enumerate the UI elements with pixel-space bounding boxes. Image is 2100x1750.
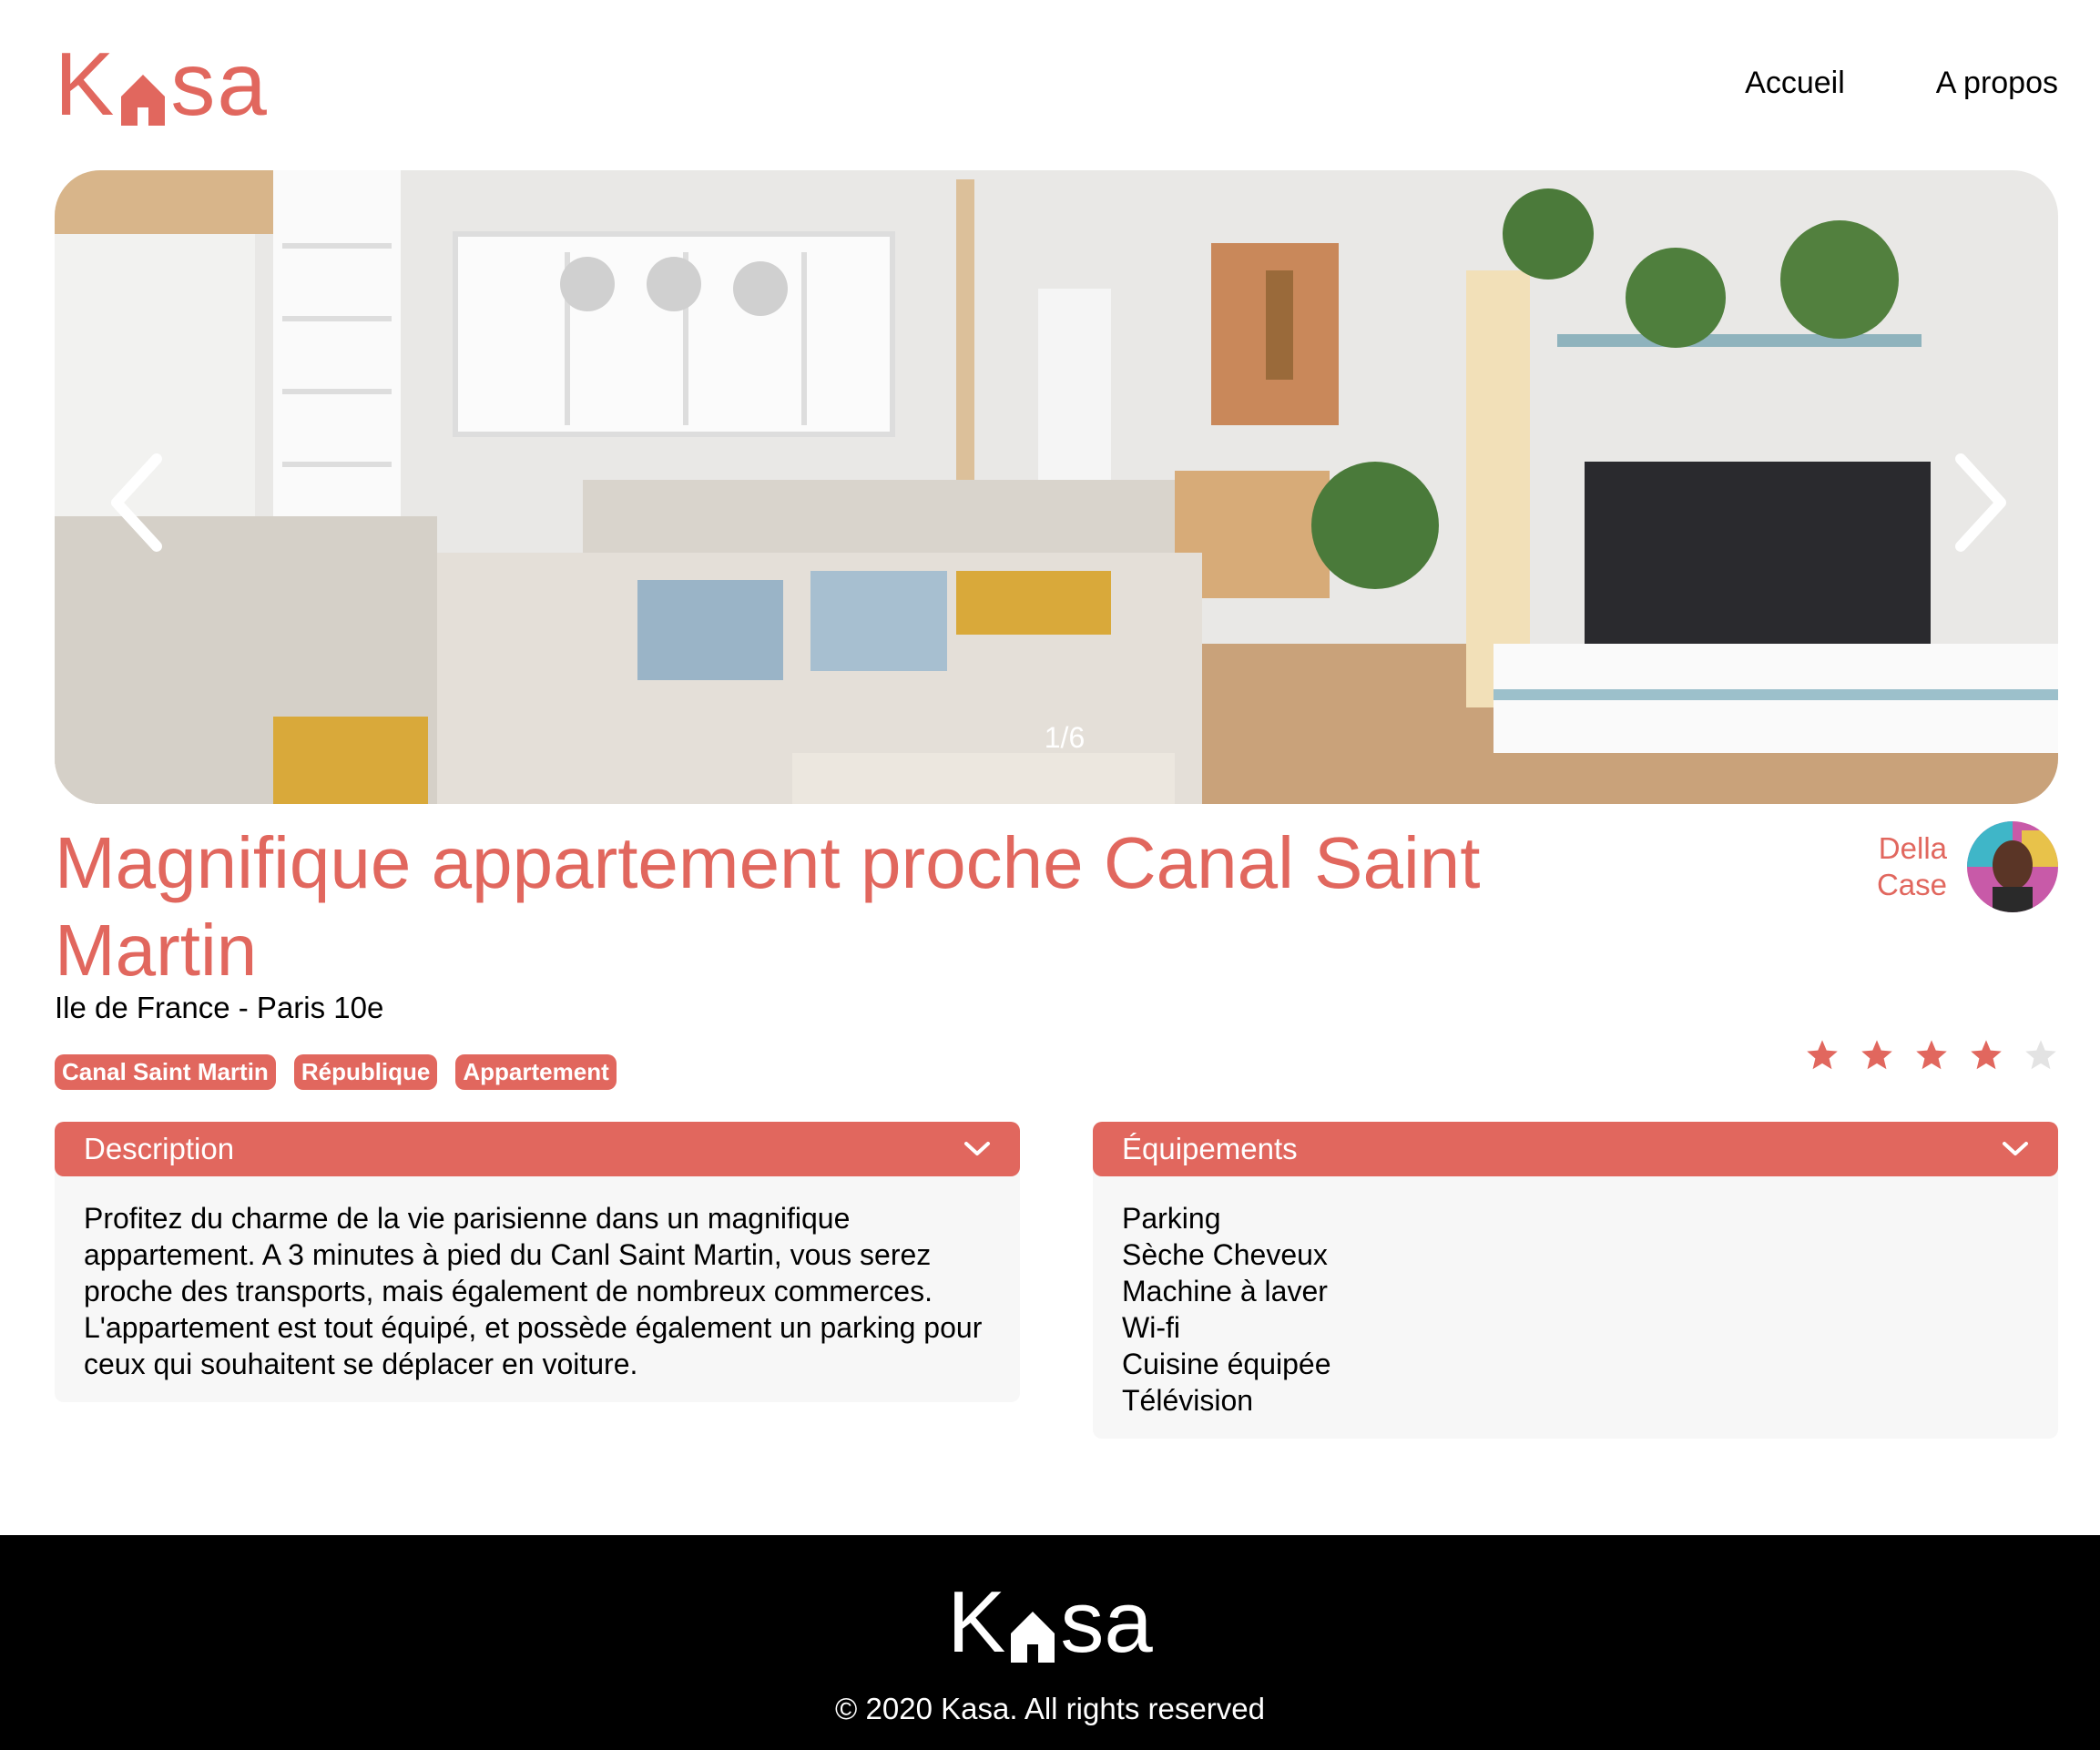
copyright-text: © 2020 Kasa. All rights reserved <box>835 1692 1265 1725</box>
tag: Appartement <box>455 1054 617 1090</box>
chevron-down-icon <box>964 1142 990 1155</box>
footer-logo: K sa <box>0 1573 2100 1671</box>
description-collapse: Description Profitez du charme de la vie… <box>55 1122 1020 1402</box>
carousel-counter: 1/6 <box>1044 721 1086 754</box>
description-content: Profitez du charme de la vie parisienne … <box>55 1167 1020 1402</box>
equipments-collapse: Équipements Parking Sèche Cheveux Machin… <box>1093 1122 2058 1439</box>
equipment-item: Wi-fi <box>1122 1311 1180 1344</box>
description-text: Profitez du charme de la vie parisienne … <box>84 1202 983 1380</box>
star-icon <box>1916 1040 1947 1070</box>
chevron-down-icon <box>2003 1142 2028 1155</box>
listing-title: Magnifique appartement proche Canal Sain… <box>55 822 1481 991</box>
rating-stars <box>1805 1038 2058 1073</box>
equipment-list: Parking Sèche Cheveux Machine à laver Wi… <box>1122 1200 2029 1419</box>
equipment-item: Télévision <box>1122 1384 1254 1417</box>
description-toggle[interactable]: Description <box>55 1122 1020 1176</box>
tag-list: Canal Saint Martin République Appartemen… <box>55 1054 617 1090</box>
equipments-toggle[interactable]: Équipements <box>1093 1122 2058 1176</box>
chevron-left-icon <box>111 453 162 552</box>
listing-location: Ile de France - Paris 10e <box>55 991 384 1024</box>
equipment-item: Parking <box>1122 1202 1221 1235</box>
chevron-right-icon <box>1955 453 2006 552</box>
star-icon <box>2025 1040 2056 1070</box>
equipments-title: Équipements <box>1122 1132 1298 1165</box>
site-footer: K sa © 2020 Kasa. All rights reserved <box>0 1535 2100 1750</box>
apartment-photo <box>55 170 2058 804</box>
tag: Canal Saint Martin <box>55 1054 276 1090</box>
host-avatar <box>1967 821 2058 912</box>
equipment-item: Cuisine équipée <box>1122 1348 1331 1380</box>
star-icon <box>1807 1040 1838 1070</box>
equipment-item: Sèche Cheveux <box>1122 1238 1328 1271</box>
logo-letter-k: K <box>55 34 117 134</box>
host-first-name: Della <box>1878 831 1947 865</box>
host-last-name: Case <box>1876 868 1947 901</box>
tag: République <box>293 1054 438 1090</box>
equipment-item: Machine à laver <box>1122 1275 1328 1307</box>
carousel-prev-button[interactable] <box>100 448 173 557</box>
host-info: Della Case <box>1865 821 2058 912</box>
logo-letter-k: K <box>947 1573 1006 1671</box>
kasa-logo[interactable]: K sa <box>55 34 269 134</box>
nav-about-link[interactable]: A propos <box>1936 66 2058 101</box>
site-header: K sa Accueil A propos <box>55 34 2058 134</box>
logo-letters-sa: sa <box>170 34 269 134</box>
house-icon <box>119 60 167 126</box>
main-nav: Accueil A propos <box>1745 66 2058 101</box>
equipments-content: Parking Sèche Cheveux Machine à laver Wi… <box>1093 1167 2058 1439</box>
carousel-next-button[interactable] <box>1944 448 2017 557</box>
host-name: Della Case <box>1865 830 1947 903</box>
star-icon <box>1971 1040 2002 1070</box>
nav-home-link[interactable]: Accueil <box>1745 66 1845 101</box>
star-icon <box>1861 1040 1892 1070</box>
logo-letters-sa: sa <box>1060 1573 1153 1671</box>
photo-carousel: 1/6 <box>55 170 2058 804</box>
description-title: Description <box>84 1132 235 1165</box>
house-icon <box>1009 1599 1056 1663</box>
